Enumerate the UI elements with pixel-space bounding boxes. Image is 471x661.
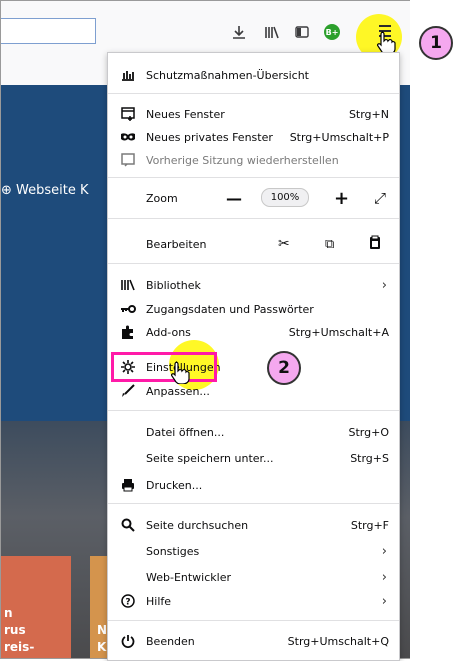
separator [108, 218, 399, 219]
separator [108, 503, 399, 504]
chevron-right-icon: › [381, 277, 387, 293]
menu-item-logins[interactable]: Zugangsdaten und Passwörter [108, 298, 399, 320]
menu-item-webdev[interactable]: Web-Entwickler › [108, 566, 399, 588]
tile-text: rus [4, 623, 26, 637]
menu-item-find[interactable]: Seite durchsuchen Strg+F [108, 514, 399, 536]
zoom-out-button[interactable]: — [226, 189, 242, 208]
menu-item-addons[interactable]: Add-ons Strg+Umschalt+A [108, 321, 399, 343]
tile-text: reis- [4, 640, 35, 654]
chevron-right-icon: › [381, 593, 387, 609]
power-icon [120, 633, 136, 649]
new-window-icon [120, 106, 136, 122]
url-bar[interactable] [1, 18, 96, 44]
menu-item-new-private-window[interactable]: Neues privates Fenster Strg+Umschalt+P [108, 126, 399, 148]
download-icon[interactable] [228, 21, 250, 43]
help-icon: ? [120, 593, 136, 609]
chart-icon [120, 67, 136, 83]
zoom-in-button[interactable]: + [334, 188, 349, 209]
tile-text: N [97, 623, 108, 637]
callout-1: 1 [419, 26, 453, 60]
menu-item-protections[interactable]: Schutzmaßnahmen-Übersicht [108, 64, 399, 86]
separator [108, 93, 399, 94]
library-icon[interactable] [261, 21, 283, 43]
separator [108, 620, 399, 621]
zoom-reset-button[interactable]: 100% [261, 188, 309, 207]
tile-text: n [4, 606, 13, 620]
globe-icon: ⊕ [1, 183, 12, 198]
search-icon [120, 517, 136, 533]
svg-text:B+: B+ [326, 28, 339, 37]
menu-item-customize[interactable]: Anpassen... [108, 380, 399, 402]
restore-session-icon [120, 152, 136, 168]
paste-icon[interactable] [369, 235, 381, 253]
brush-icon [120, 383, 136, 399]
puzzle-icon [120, 324, 136, 340]
menu-item-edit: Bearbeiten ✂ ⧉ [108, 233, 399, 255]
chevron-right-icon: › [381, 569, 387, 585]
tile-text: K [97, 640, 107, 654]
separator [108, 410, 399, 411]
copy-icon[interactable]: ⧉ [325, 237, 334, 252]
separator [108, 263, 399, 264]
svg-text:?: ? [125, 598, 130, 608]
sidebar-icon[interactable] [291, 21, 313, 43]
separator [108, 177, 399, 178]
fullscreen-button[interactable]: ⤢ [374, 189, 386, 207]
webseite-link[interactable]: ⊕ Webseite K [1, 183, 89, 198]
chevron-right-icon: › [381, 543, 387, 559]
menu-item-quit[interactable]: Beenden Strg+Umschalt+Q [108, 630, 399, 652]
private-mask-icon [120, 129, 136, 145]
menu-item-restore-session[interactable]: Vorherige Sitzung wiederherstellen [108, 149, 399, 171]
menu-item-more[interactable]: Sonstiges › [108, 540, 399, 562]
menu-item-zoom: Zoom — 100% + ⤢ [146, 187, 387, 209]
menu-item-save-page[interactable]: Seite speichern unter... Strg+S [108, 447, 399, 469]
highlight-box [111, 352, 217, 382]
menu-item-library[interactable]: Bibliothek › [108, 274, 399, 296]
menu-item-print[interactable]: Drucken... [108, 474, 399, 496]
menu-item-new-window[interactable]: Neues Fenster Strg+N [108, 103, 399, 125]
cut-icon[interactable]: ✂ [278, 236, 290, 252]
menu-item-open-file[interactable]: Datei öffnen... Strg+O [108, 421, 399, 443]
printer-icon [120, 477, 136, 493]
extension-badge-icon[interactable]: B+ [321, 21, 343, 43]
menu-item-help[interactable]: ? Hilfe › [108, 590, 399, 612]
library-icon [120, 277, 136, 293]
key-icon [120, 301, 136, 317]
